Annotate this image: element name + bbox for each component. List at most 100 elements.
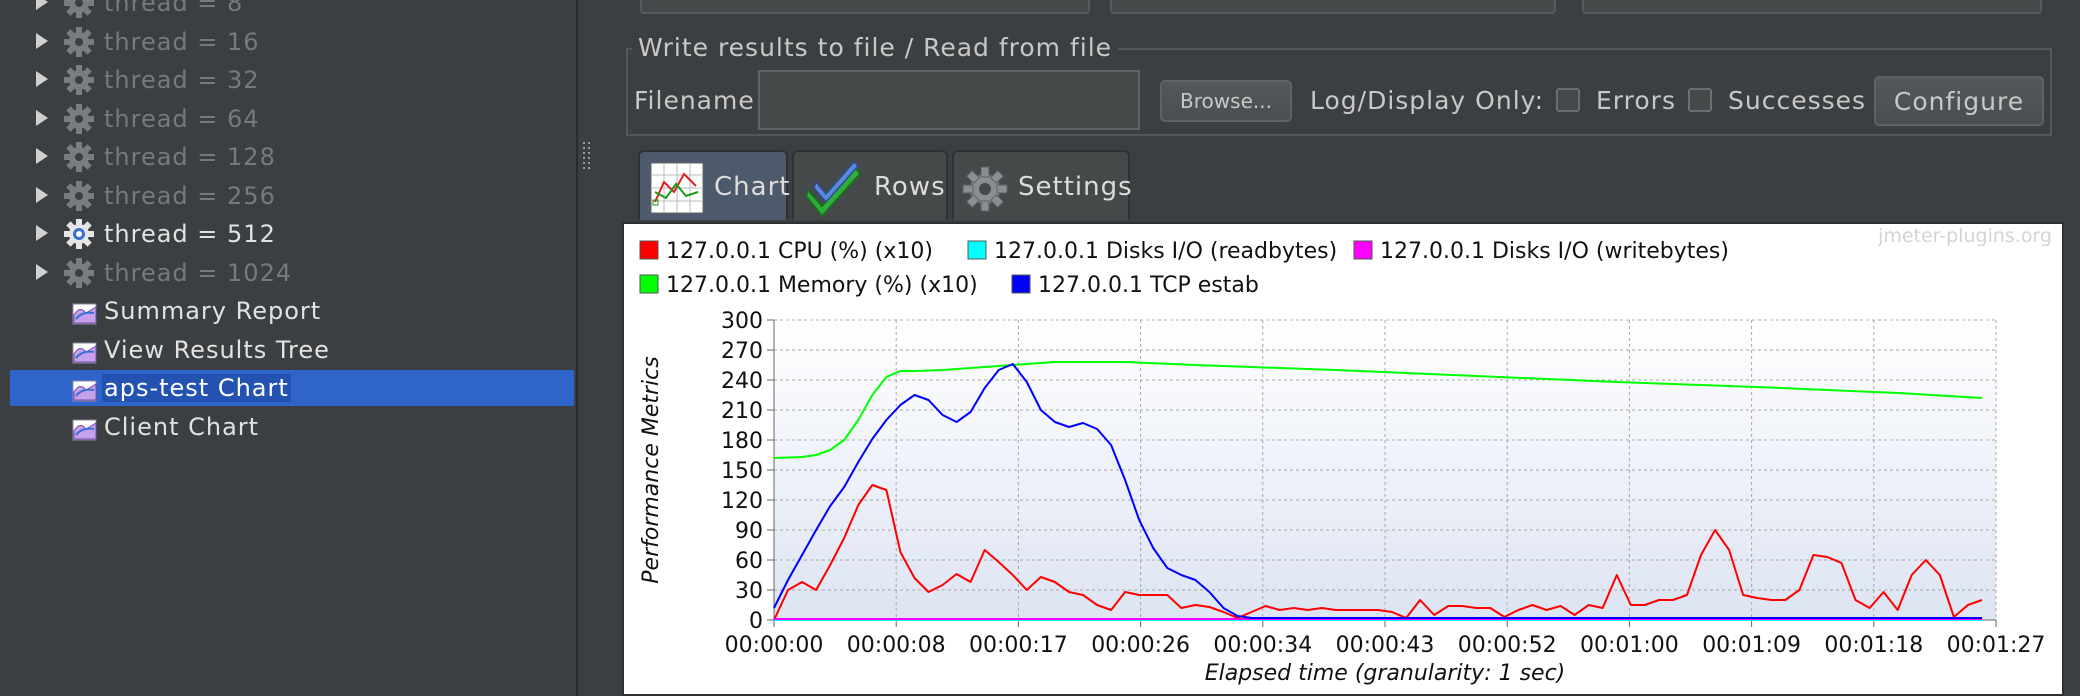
legend-entry: 127.0.0.1 Memory (%) (x10) [666, 273, 978, 298]
tree-item[interactable]: thread = 512 [10, 216, 574, 252]
log-display-only-label: Log/Display Only: [1310, 86, 1545, 115]
chart-panel: jmeter-plugins.org 127.0.0.1 CPU (%) (x10… [622, 222, 2064, 696]
thread-group-gear-icon [64, 26, 94, 57]
expand-arrow-icon[interactable] [36, 148, 48, 164]
tree-item[interactable]: thread = 128 [10, 139, 574, 175]
x-tick-label: 00:00:17 [969, 633, 1068, 658]
y-tick-label: 240 [721, 369, 763, 394]
x-tick-label: 00:00:52 [1458, 633, 1557, 658]
tree-item[interactable]: View Results Tree [10, 332, 574, 368]
tree-item[interactable]: thread = 8 [10, 0, 574, 21]
successes-checkbox[interactable] [1688, 88, 1712, 112]
expand-arrow-icon[interactable] [36, 71, 48, 87]
y-tick-label: 180 [721, 429, 763, 454]
thread-group-gear-icon [64, 257, 94, 288]
tree-item-label: thread = 128 [104, 143, 276, 171]
x-tick-label: 00:00:00 [725, 633, 824, 658]
tree-item-label: Client Chart [104, 412, 260, 441]
chart-icon [650, 162, 704, 214]
x-tick-label: 00:00:26 [1091, 633, 1190, 658]
thread-group-gear-icon [64, 65, 94, 95]
split-pane-divider[interactable] [580, 0, 596, 696]
y-tick-label: 120 [721, 489, 763, 514]
expand-arrow-icon[interactable] [36, 0, 48, 10]
tree-item-label: thread = 16 [104, 27, 260, 56]
thread-group-gear-icon [64, 103, 94, 134]
tab-chart-label: Chart [714, 172, 791, 202]
legend-swatch [967, 240, 987, 260]
tree-item-label: Summary Report [104, 297, 322, 325]
legend-entry: 127.0.0.1 Disks I/O (readbytes) [994, 239, 1337, 264]
errors-checkbox[interactable] [1556, 88, 1580, 112]
filename-input[interactable] [758, 70, 1140, 130]
legend-entry: 127.0.0.1 TCP estab [1038, 273, 1259, 298]
x-tick-label: 00:01:18 [1824, 633, 1923, 658]
tab-chart[interactable]: Chart [638, 150, 791, 220]
tree-item-label: aps-test Chart [102, 374, 291, 402]
y-tick-label: 210 [721, 399, 763, 424]
top-button-1[interactable] [640, 0, 1090, 14]
tree-item-label: thread = 8 [104, 0, 244, 17]
tree-item[interactable]: thread = 1024 [10, 255, 574, 291]
x-tick-label: 00:00:34 [1213, 633, 1312, 658]
y-tick-label: 300 [721, 309, 763, 334]
thread-group-gear-icon [64, 142, 94, 172]
tab-rows[interactable]: Rows [792, 150, 948, 220]
browse-button[interactable]: Browse... [1160, 80, 1292, 122]
expand-arrow-icon[interactable] [36, 32, 48, 49]
y-axis-title: Performance Metrics [639, 356, 664, 583]
legend-swatch [1011, 274, 1031, 294]
tab-settings[interactable]: Settings [952, 150, 1133, 220]
y-tick-label: 90 [735, 519, 763, 544]
expand-arrow-icon[interactable] [36, 225, 48, 241]
tab-settings-label: Settings [1018, 172, 1133, 202]
test-plan-tree: thread = 8 thread = 16 thread = 32 thread =… [0, 0, 578, 696]
listener-graph-icon [72, 378, 98, 402]
tab-rows-label: Rows [874, 172, 946, 202]
splitter-grip-icon[interactable] [583, 142, 591, 170]
thread-group-gear-icon [64, 180, 94, 211]
y-tick-label: 0 [749, 609, 763, 634]
tree-item[interactable]: thread = 256 [10, 178, 574, 214]
gear-icon [962, 166, 1008, 212]
legend-entry: 127.0.0.1 Disks I/O (writebytes) [1380, 239, 1729, 264]
tree-item[interactable]: Summary Report [10, 293, 574, 329]
successes-label: Successes [1728, 86, 1867, 115]
x-tick-label: 00:01:09 [1702, 633, 1801, 658]
legend-swatch [639, 274, 659, 294]
x-tick-label: 00:00:08 [847, 633, 946, 658]
tree-item[interactable]: thread = 32 [10, 62, 574, 98]
y-tick-label: 150 [721, 459, 763, 484]
legend-entry: 127.0.0.1 CPU (%) (x10) [666, 239, 933, 264]
thread-group-gear-icon [64, 0, 94, 18]
x-tick-label: 00:01:00 [1580, 633, 1679, 658]
tree-item[interactable]: aps-test Chart [10, 370, 574, 406]
tree-item-label: thread = 32 [104, 66, 260, 94]
y-tick-label: 30 [735, 579, 763, 604]
tree-item-label: thread = 1024 [104, 258, 293, 287]
tree-item-label: thread = 512 [104, 220, 276, 248]
chart-watermark: jmeter-plugins.org [1877, 225, 2052, 247]
tree-item-label: View Results Tree [104, 335, 330, 364]
listener-graph-icon [72, 340, 98, 364]
expand-arrow-icon[interactable] [36, 263, 48, 280]
tree-item[interactable]: Client Chart [10, 409, 574, 445]
configure-button[interactable]: Configure [1874, 76, 2044, 126]
tree-item[interactable]: thread = 64 [10, 101, 574, 137]
thread-group-gear-icon [64, 219, 94, 249]
y-tick-label: 60 [735, 549, 763, 574]
top-button-3[interactable] [1582, 0, 2042, 14]
tree-item-label: thread = 256 [104, 181, 276, 210]
top-button-2[interactable] [1110, 0, 1556, 14]
y-tick-label: 270 [721, 339, 763, 364]
x-axis-title: Elapsed time (granularity: 1 sec) [1205, 661, 1566, 686]
tree-item[interactable]: thread = 16 [10, 24, 574, 60]
x-tick-label: 00:01:27 [1947, 633, 2046, 658]
legend-swatch [1353, 240, 1373, 260]
checkmark-icon [804, 160, 862, 218]
performance-chart: jmeter-plugins.org 127.0.0.1 CPU (%) (x10… [639, 225, 2052, 686]
expand-arrow-icon[interactable] [36, 186, 48, 203]
expand-arrow-icon[interactable] [36, 109, 48, 126]
listener-graph-icon [72, 417, 98, 441]
file-section-legend: Write results to file / Read from file [632, 34, 1119, 62]
